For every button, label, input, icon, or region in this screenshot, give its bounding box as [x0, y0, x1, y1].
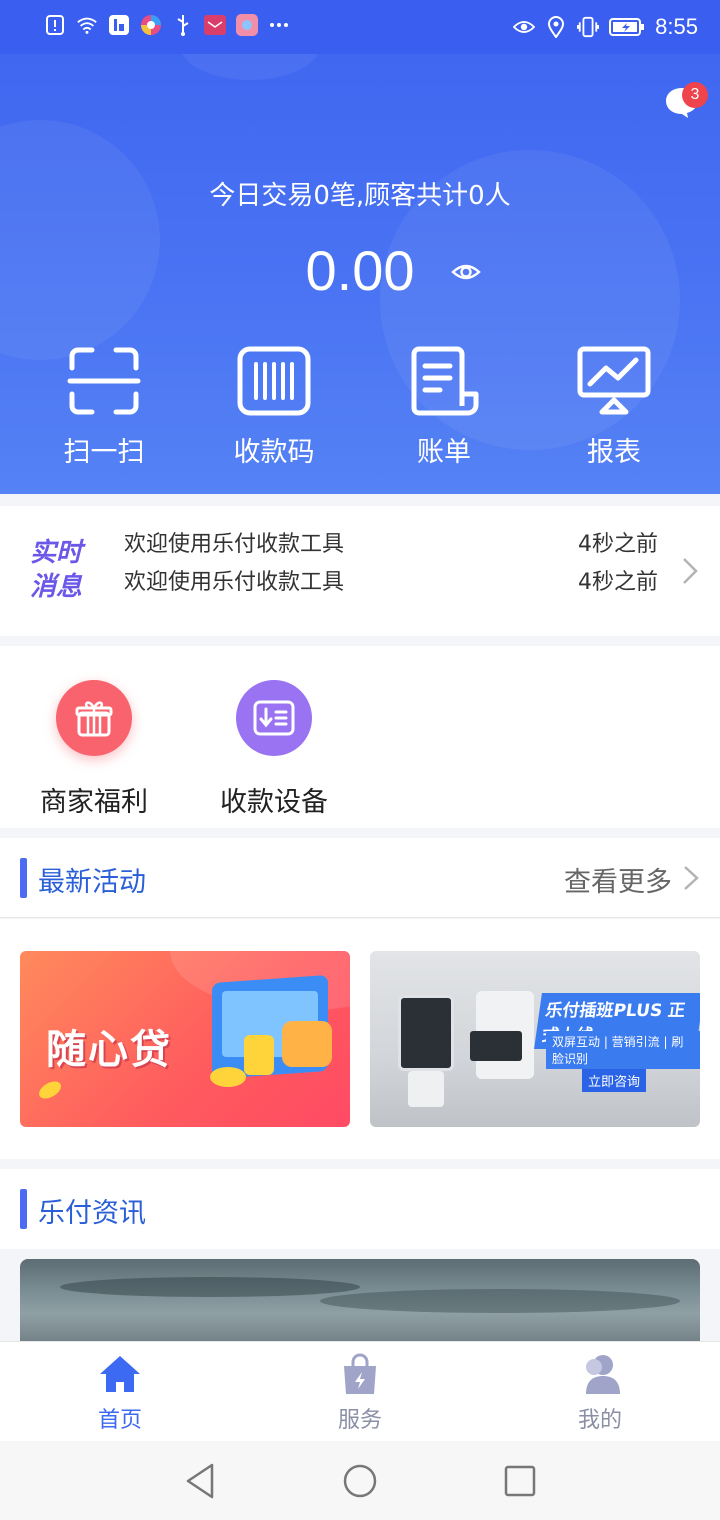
realtime-logo-line: 实时: [30, 538, 83, 568]
device-banner-subtitle: 双屏互动 | 营销引流 | 刷脸识别: [546, 1031, 700, 1069]
status-bar: 8:55: [0, 0, 720, 54]
header: 8:55 3 今日交易0笔,顾客共计0人 0.00 扫一扫 收款码 账单 报表: [0, 0, 720, 494]
tool-label: 收款设备: [220, 787, 328, 818]
barcode-icon: [237, 346, 311, 416]
quick-action-label: 收款码: [233, 437, 315, 468]
coin-icon: [210, 1067, 246, 1087]
bottom-navigation: 首页 服务 我的: [0, 1341, 720, 1441]
realtime-logo-line: 消息: [30, 572, 83, 602]
view-more-link[interactable]: 查看更多: [564, 860, 672, 899]
back-icon[interactable]: [180, 1461, 220, 1501]
app-icon: [108, 14, 130, 36]
vibrate-icon: [577, 16, 600, 38]
messages-button[interactable]: 3: [664, 82, 708, 126]
tools-section: 商家福利 收款设备: [0, 646, 720, 828]
activity-banner-loan[interactable]: 随心贷: [20, 951, 350, 1127]
loan-banner-text: 随心贷: [46, 1027, 172, 1073]
quick-action-label: 账单: [417, 437, 471, 468]
more-icon: [268, 14, 290, 36]
profile-icon: [586, 1355, 620, 1394]
usb-icon: [172, 14, 194, 36]
gallery-icon: [236, 14, 258, 36]
section-accent-bar: [20, 858, 27, 898]
alert-icon: [44, 14, 66, 36]
quick-action-scan[interactable]: 扫一扫: [34, 346, 174, 469]
system-navigation-bar: [0, 1441, 720, 1520]
news-body: [0, 1249, 720, 1349]
realtime-message-text: 欢迎使用乐付收款工具: [124, 570, 345, 595]
pos-stand-graphic: [408, 1071, 444, 1107]
wallet-icon: [282, 1021, 332, 1067]
home-circle-icon[interactable]: [340, 1461, 380, 1501]
activities-title: 最新活动: [38, 867, 146, 898]
realtime-message-text: 欢迎使用乐付收款工具: [124, 532, 345, 557]
amount-row: 0.00: [0, 238, 720, 308]
quick-action-label: 扫一扫: [63, 437, 145, 468]
transaction-summary: 今日交易0笔,顾客共计0人: [209, 181, 511, 211]
home-icon: [100, 1356, 140, 1392]
chevron-right-icon[interactable]: [682, 864, 700, 892]
huawei-icon: [204, 14, 226, 36]
coin-icon: [36, 1077, 64, 1103]
nav-label: 首页: [97, 1408, 142, 1433]
realtime-message-time: 4秒之前: [578, 570, 658, 595]
activity-banner-device[interactable]: 乐付插班PLUS 正式上线 双屏互动 | 营销引流 | 刷脸识别 立即咨询: [370, 951, 700, 1127]
cloud-graphic: [320, 1289, 680, 1313]
location-icon: [545, 16, 567, 38]
quick-action-barcode[interactable]: 收款码: [204, 346, 344, 469]
nav-label: 我的: [577, 1408, 622, 1433]
coins-icon: [244, 1035, 274, 1075]
report-icon: [577, 346, 651, 415]
eye-care-icon: [513, 16, 536, 38]
cloud-graphic: [60, 1277, 360, 1297]
pos-screen-graphic: [470, 1031, 522, 1061]
status-time: 8:55: [655, 14, 698, 39]
tool-label: 商家福利: [40, 787, 148, 818]
payment-devices-button[interactable]: 收款设备: [194, 680, 354, 819]
service-bag-icon: [344, 1353, 376, 1394]
realtime-message-time: 4秒之前: [578, 532, 658, 557]
nav-service[interactable]: 服务: [300, 1352, 420, 1434]
bill-icon: [411, 346, 479, 416]
browser-icon: [140, 14, 162, 36]
toggle-visibility-eye-icon[interactable]: [450, 256, 482, 288]
chevron-right-icon: [683, 558, 698, 584]
device-icon: [236, 680, 312, 756]
gift-icon: [56, 680, 132, 756]
pos-terminal-graphic: [398, 995, 454, 1071]
realtime-messages[interactable]: 实时 消息 欢迎使用乐付收款工具 4秒之前 欢迎使用乐付收款工具 4秒之前: [0, 506, 720, 636]
news-image[interactable]: [20, 1259, 700, 1349]
activities-body: 随心贷 乐付插班PLUS 正式上线 双屏互动 | 营销引流 | 刷脸识别 立即咨…: [0, 919, 720, 1159]
quick-action-label: 报表: [587, 437, 641, 468]
merchant-benefits-button[interactable]: 商家福利: [14, 680, 174, 819]
messages-badge: 3: [682, 82, 708, 108]
realtime-logo: 实时 消息: [30, 536, 82, 604]
news-header: 乐付资讯: [0, 1169, 720, 1249]
nav-label: 服务: [337, 1408, 382, 1433]
quick-action-bill[interactable]: 账单: [374, 346, 514, 469]
wifi-icon: [76, 14, 98, 36]
device-banner-consult-button[interactable]: 立即咨询: [582, 1069, 647, 1092]
activities-header: 最新活动 查看更多: [0, 838, 720, 918]
recents-icon[interactable]: [500, 1461, 540, 1501]
today-amount: 0.00: [305, 239, 415, 302]
nav-home[interactable]: 首页: [60, 1352, 180, 1434]
scan-icon: [67, 347, 141, 415]
quick-action-report[interactable]: 报表: [544, 346, 684, 469]
nav-profile[interactable]: 我的: [540, 1352, 660, 1434]
battery-icon: [609, 16, 645, 38]
section-accent-bar: [20, 1189, 27, 1229]
news-title: 乐付资讯: [38, 1198, 146, 1229]
